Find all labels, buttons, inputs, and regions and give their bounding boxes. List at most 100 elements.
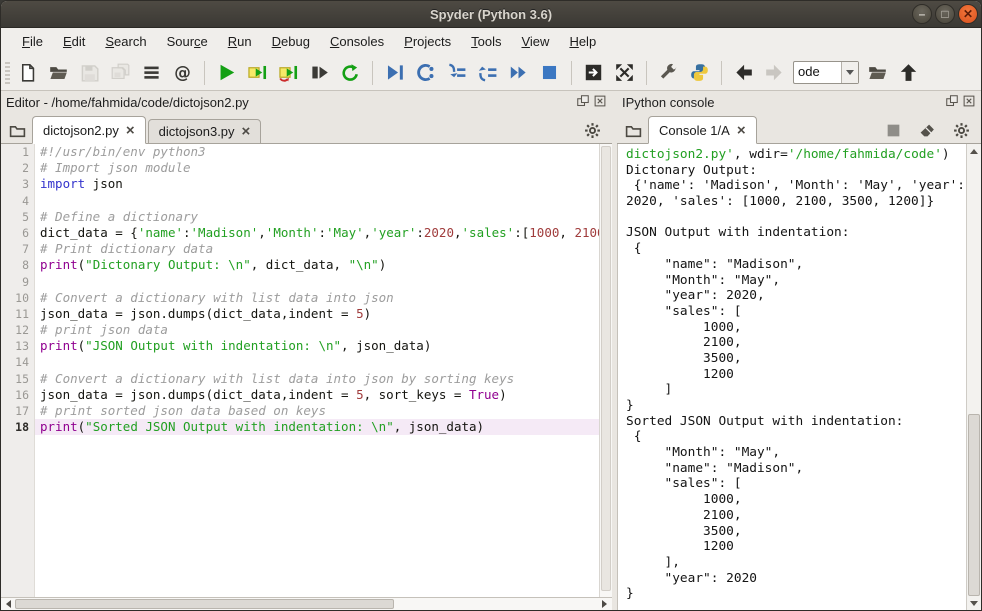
scrollbar-thumb[interactable] <box>601 146 611 591</box>
console-line-9: "Month": "May", <box>626 273 966 289</box>
browse-tabs-icon[interactable] <box>3 117 31 143</box>
ipython-console-panel: IPython console Console 1/A × <box>617 91 981 610</box>
combo-dropdown-icon[interactable] <box>841 62 858 83</box>
toolbar-separator <box>372 61 373 85</box>
run-icon[interactable] <box>212 58 241 87</box>
run-selection-icon[interactable] <box>305 58 334 87</box>
scroll-down-arrow-icon[interactable] <box>967 598 981 610</box>
menu-run[interactable]: Run <box>219 31 261 52</box>
undock-icon[interactable] <box>945 95 959 109</box>
menu-search[interactable]: Search <box>96 31 155 52</box>
line-number: 14 <box>1 354 34 370</box>
console-tabbar: Console 1/A × <box>617 113 981 144</box>
line-number: 18 <box>1 419 34 435</box>
toolbar-separator <box>204 61 205 85</box>
debug-continue-icon[interactable] <box>504 58 533 87</box>
console-line-15: 1200 <box>626 367 966 383</box>
re-run-cell-icon[interactable] <box>336 58 365 87</box>
scrollbar-thumb[interactable] <box>15 599 394 609</box>
tab-dictojson3-py[interactable]: dictojson3.py× <box>148 119 262 144</box>
toolbar-separator <box>646 61 647 85</box>
tab-close-icon[interactable]: × <box>242 124 251 139</box>
console-line-3: {'name': 'Madison', 'Month': 'May', 'yea… <box>626 178 966 194</box>
svg-text:@: @ <box>174 63 191 82</box>
toolbar-separator <box>571 61 572 85</box>
console-output[interactable]: dictojson2.py', wdir='/home/fahmida/code… <box>617 144 981 610</box>
code-line-3: import json <box>35 176 599 192</box>
tab-close-icon[interactable]: × <box>737 123 746 138</box>
editor-horizontal-scrollbar[interactable] <box>1 597 612 610</box>
close-pane-icon[interactable] <box>962 95 976 109</box>
fullscreen-icon[interactable] <box>610 58 639 87</box>
menu-consoles[interactable]: Consoles <box>321 31 393 52</box>
menu-view[interactable]: View <box>512 31 558 52</box>
console-line-12: 1000, <box>626 320 966 336</box>
console-text[interactable]: dictojson2.py', wdir='/home/fahmida/code… <box>618 144 966 610</box>
debug-stop-icon[interactable] <box>535 58 564 87</box>
menu-file[interactable]: File <box>13 31 52 52</box>
minimize-button[interactable]: – <box>912 4 932 24</box>
editor-options-gear-icon[interactable] <box>578 117 606 143</box>
browse-tabs-icon[interactable] <box>619 117 647 143</box>
debug-step-icon[interactable] <box>411 58 440 87</box>
back-icon[interactable] <box>729 58 758 87</box>
scroll-up-arrow-icon[interactable] <box>967 144 981 156</box>
scrollbar-thumb[interactable] <box>968 414 980 596</box>
console-line-22: "sales": [ <box>626 476 966 492</box>
file-switcher-icon[interactable] <box>137 58 166 87</box>
menu-projects[interactable]: Projects <box>395 31 460 52</box>
line-number: 7 <box>1 241 34 257</box>
tab-close-icon[interactable]: × <box>126 123 135 138</box>
debug-step-into-icon[interactable] <box>442 58 471 87</box>
menu-edit[interactable]: Edit <box>54 31 94 52</box>
remove-variables-eraser-icon[interactable] <box>913 117 941 143</box>
code-line-13: print("JSON Output with indentation: \n"… <box>35 338 599 354</box>
console-line-19: { <box>626 429 966 445</box>
open-file-icon[interactable] <box>44 58 73 87</box>
preferences-icon[interactable] <box>654 58 683 87</box>
menu-tools[interactable]: Tools <box>462 31 510 52</box>
titlebar[interactable]: Spyder (Python 3.6) – □ ✕ <box>1 1 981 28</box>
symbol-finder-icon[interactable]: @ <box>168 58 197 87</box>
console-line-16: ] <box>626 382 966 398</box>
undock-icon[interactable] <box>576 95 590 109</box>
code-editor[interactable]: 123456789101112131415161718 #!/usr/bin/e… <box>1 144 612 597</box>
console-line-18: Sorted JSON Output with indentation: <box>626 414 966 430</box>
editor-vertical-scrollbar[interactable] <box>599 144 612 597</box>
tab-console-1a[interactable]: Console 1/A × <box>648 116 757 144</box>
console-options-gear-icon[interactable] <box>947 117 975 143</box>
editor-panel: Editor - /home/fahmida/code/dictojson2.p… <box>1 91 612 610</box>
interrupt-kernel-icon[interactable] <box>879 117 907 143</box>
debug-file-icon[interactable] <box>380 58 409 87</box>
menu-source[interactable]: Source <box>158 31 217 52</box>
console-vertical-scrollbar[interactable] <box>966 144 981 610</box>
toolbar-grip[interactable] <box>5 62 10 84</box>
maximize-button[interactable]: □ <box>935 4 955 24</box>
close-pane-icon[interactable] <box>593 95 607 109</box>
line-number: 15 <box>1 371 34 387</box>
python-path-icon[interactable] <box>685 58 714 87</box>
maximize-pane-icon[interactable] <box>579 58 608 87</box>
scroll-left-arrow-icon[interactable] <box>1 598 14 610</box>
tab-dictojson2-py[interactable]: dictojson2.py× <box>32 116 146 144</box>
code-area[interactable]: #!/usr/bin/env python3# Import json modu… <box>35 144 599 597</box>
line-number-gutter: 123456789101112131415161718 <box>1 144 35 597</box>
menu-help[interactable]: Help <box>560 31 605 52</box>
line-number: 13 <box>1 338 34 354</box>
run-cell-advance-icon[interactable] <box>274 58 303 87</box>
code-line-11: json_data = json.dumps(dict_data,indent … <box>35 306 599 322</box>
open-dir-icon[interactable] <box>863 58 892 87</box>
run-cell-icon[interactable] <box>243 58 272 87</box>
new-file-icon[interactable] <box>13 58 42 87</box>
console-line-4: 2020, 'sales': [1000, 2100, 3500, 1200]} <box>626 194 966 210</box>
parent-dir-icon[interactable] <box>894 58 923 87</box>
close-button[interactable]: ✕ <box>958 4 978 24</box>
working-directory-combo[interactable]: ode <box>793 61 859 84</box>
save-all-icon <box>106 58 135 87</box>
line-number: 2 <box>1 160 34 176</box>
debug-step-return-icon[interactable] <box>473 58 502 87</box>
console-line-11: "sales": [ <box>626 304 966 320</box>
menu-debug[interactable]: Debug <box>263 31 319 52</box>
scroll-right-arrow-icon[interactable] <box>599 598 612 610</box>
spyder-window: Spyder (Python 3.6) – □ ✕ FileEditSearch… <box>0 0 982 611</box>
